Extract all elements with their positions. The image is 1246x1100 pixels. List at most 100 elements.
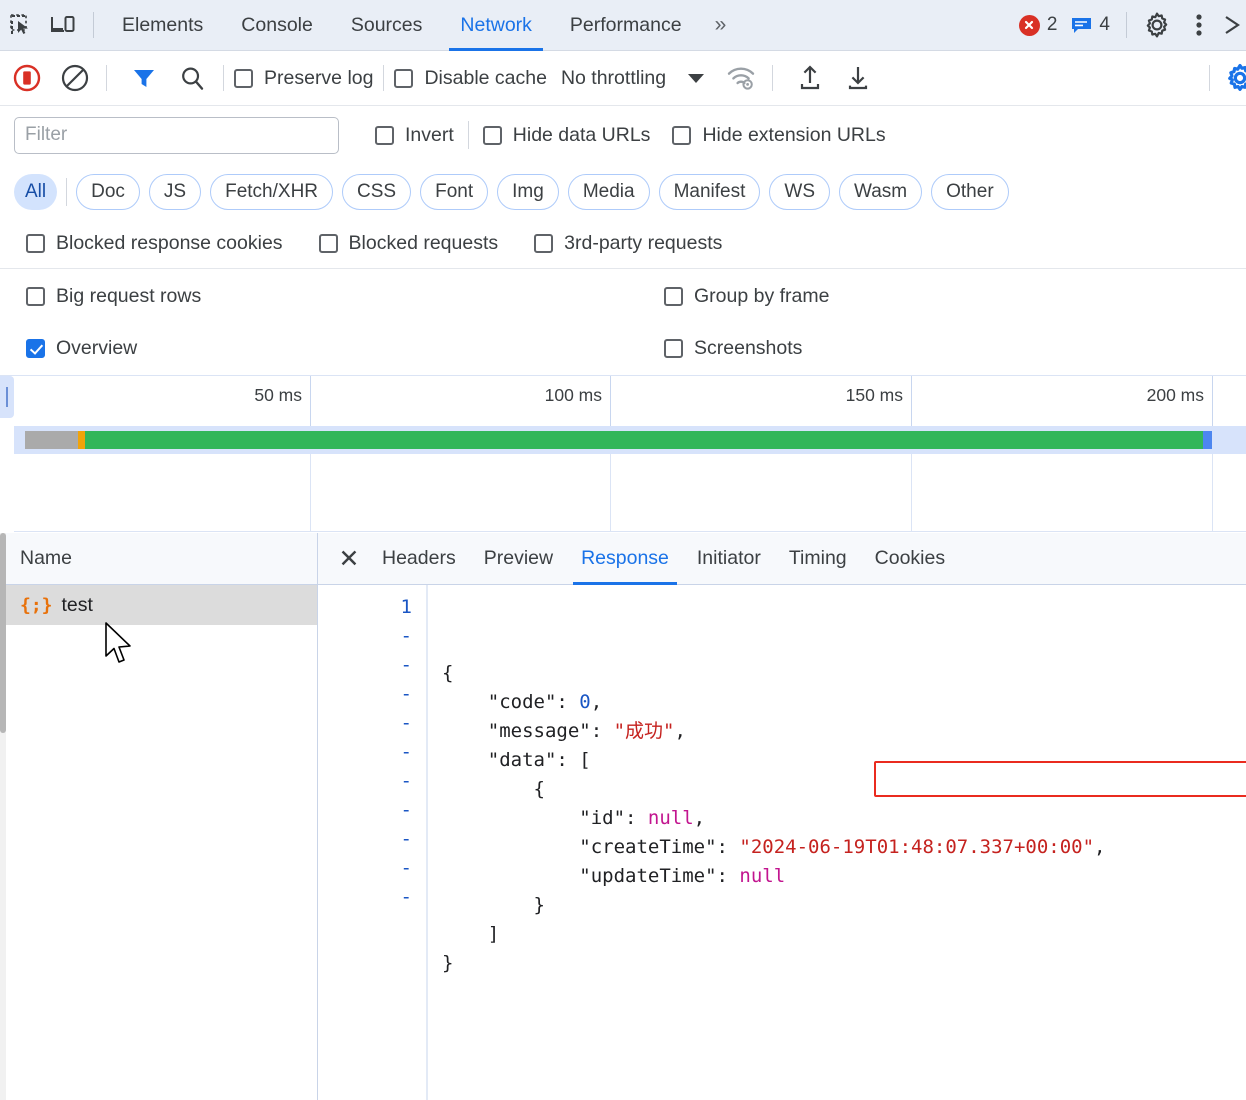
tab-network-label: Network xyxy=(460,13,532,36)
line-number[interactable]: - xyxy=(318,796,426,825)
preserve-log-checkbox[interactable]: Preserve log xyxy=(234,67,373,90)
message-icon xyxy=(1071,17,1092,34)
line-number[interactable]: - xyxy=(318,825,426,854)
disable-cache-checkbox[interactable]: Disable cache xyxy=(394,67,547,90)
line-number[interactable]: - xyxy=(318,854,426,883)
line-number[interactable]: - xyxy=(318,883,426,912)
tab-sources[interactable]: Sources xyxy=(332,0,442,51)
chip-img[interactable]: Img xyxy=(497,173,559,210)
response-code[interactable]: { "code": 0, "message": "成功", "data": [ … xyxy=(428,585,1246,1100)
blocked-response-cookies-checkbox[interactable]: Blocked response cookies xyxy=(26,232,283,255)
big-request-rows-label: Big request rows xyxy=(56,285,202,307)
third-party-requests-checkbox[interactable]: 3rd-party requests xyxy=(534,232,722,255)
tab-console[interactable]: Console xyxy=(222,0,332,51)
tab-elements[interactable]: Elements xyxy=(103,0,222,51)
tab-timing[interactable]: Timing xyxy=(775,533,861,585)
hide-data-urls-box[interactable] xyxy=(482,125,502,145)
toolbar-divider-1 xyxy=(106,65,107,91)
chip-other[interactable]: Other xyxy=(931,173,1009,210)
hide-extension-urls-box[interactable] xyxy=(672,125,692,145)
line-number[interactable]: - xyxy=(318,709,426,738)
chip-js[interactable]: JS xyxy=(148,173,202,210)
more-options-icon[interactable] xyxy=(1178,5,1220,45)
import-har-icon[interactable] xyxy=(789,57,831,99)
tab-performance[interactable]: Performance xyxy=(551,0,701,51)
clear-network-log-icon[interactable] xyxy=(54,57,96,99)
close-icon[interactable]: ✕ xyxy=(330,540,368,578)
blocked-requests-checkbox[interactable]: Blocked requests xyxy=(318,232,499,255)
close-devtools-icon[interactable] xyxy=(1220,5,1246,45)
record-stop-icon[interactable] xyxy=(6,57,48,99)
overview-box[interactable] xyxy=(26,339,45,358)
hide-data-urls-checkbox[interactable]: Hide data URLs xyxy=(482,124,650,147)
export-har-icon[interactable] xyxy=(837,57,879,99)
more-tabs-icon[interactable]: » xyxy=(701,13,741,37)
chevron-down-icon[interactable] xyxy=(688,73,705,83)
request-detail-panel: ✕ Headers Preview Response Initiator Tim… xyxy=(318,533,1246,1100)
tab-initiator[interactable]: Initiator xyxy=(683,533,775,585)
chip-js-label: JS xyxy=(163,180,187,202)
chip-fetch-xhr-label: Fetch/XHR xyxy=(225,180,319,202)
table-row[interactable]: {;} test xyxy=(6,585,317,625)
tab-response[interactable]: Response xyxy=(567,533,683,585)
invert-checkbox[interactable]: Invert xyxy=(375,124,454,147)
big-request-rows-checkbox[interactable]: Big request rows xyxy=(26,285,201,308)
line-number[interactable]: 1 xyxy=(318,593,426,622)
throttling-select[interactable]: No throttling xyxy=(561,67,666,90)
tab-preview[interactable]: Preview xyxy=(470,533,567,585)
chip-img-label: Img xyxy=(512,180,544,202)
big-request-rows-box[interactable] xyxy=(26,287,45,306)
detail-tabs: ✕ Headers Preview Response Initiator Tim… xyxy=(318,533,1246,585)
group-by-frame-box[interactable] xyxy=(664,287,683,306)
line-number[interactable]: - xyxy=(318,622,426,651)
disable-cache-box[interactable] xyxy=(394,68,414,88)
search-icon[interactable] xyxy=(171,57,213,99)
tabbar-right-actions: 2 4 xyxy=(1012,5,1246,45)
gear-icon[interactable] xyxy=(1136,5,1178,45)
chip-media[interactable]: Media xyxy=(567,173,650,210)
chip-manifest[interactable]: Manifest xyxy=(658,173,761,210)
code-token: ] xyxy=(442,923,500,945)
network-settings-gear-icon[interactable] xyxy=(1226,57,1246,99)
chip-manifest-label: Manifest xyxy=(673,180,746,202)
group-by-frame-checkbox[interactable]: Group by frame xyxy=(664,285,829,308)
tab-network[interactable]: Network xyxy=(441,0,551,51)
code-token: "message": xyxy=(442,720,614,742)
message-count-badge[interactable]: 4 xyxy=(1064,14,1117,36)
blocked-response-cookies-box[interactable] xyxy=(26,234,45,253)
tick-label-100ms: 100 ms xyxy=(544,385,602,405)
error-count-badge[interactable]: 2 xyxy=(1012,14,1065,36)
preserve-log-label: Preserve log xyxy=(264,66,374,89)
preserve-log-box[interactable] xyxy=(234,68,253,88)
screenshots-checkbox[interactable]: Screenshots xyxy=(664,337,802,360)
toolbar-divider-2 xyxy=(223,65,224,91)
overview-checkbox[interactable]: Overview xyxy=(26,337,137,360)
inspect-element-icon[interactable] xyxy=(0,5,42,45)
line-number[interactable]: - xyxy=(318,680,426,709)
device-toolbar-icon[interactable] xyxy=(42,5,84,45)
third-party-requests-box[interactable] xyxy=(534,234,554,253)
chip-doc[interactable]: Doc xyxy=(76,173,140,210)
chip-ws[interactable]: WS xyxy=(769,173,830,210)
line-number[interactable]: - xyxy=(318,738,426,767)
chip-css[interactable]: CSS xyxy=(342,173,412,210)
tab-headers[interactable]: Headers xyxy=(368,533,470,585)
search-input[interactable] xyxy=(14,116,339,154)
tab-cookies[interactable]: Cookies xyxy=(861,533,959,585)
wifi-settings-icon[interactable] xyxy=(720,57,762,99)
chip-wasm[interactable]: Wasm xyxy=(839,173,923,210)
blocked-requests-box[interactable] xyxy=(318,234,338,253)
screenshots-box[interactable] xyxy=(664,339,683,358)
requests-column-header[interactable]: Name xyxy=(6,533,317,585)
line-number[interactable]: - xyxy=(318,651,426,680)
line-number[interactable]: - xyxy=(318,767,426,796)
hide-extension-urls-checkbox[interactable]: Hide extension URLs xyxy=(672,124,886,147)
network-overview[interactable]: 50 ms 100 ms 150 ms 200 ms xyxy=(0,375,1246,533)
chip-all[interactable]: All xyxy=(14,173,58,210)
invert-box[interactable] xyxy=(375,125,394,145)
filter-icon[interactable] xyxy=(123,57,165,99)
overview-left-handle[interactable] xyxy=(0,376,14,418)
chip-font[interactable]: Font xyxy=(420,173,489,210)
chip-fetch-xhr[interactable]: Fetch/XHR xyxy=(210,173,334,210)
blocked-requests-label: Blocked requests xyxy=(348,232,499,254)
